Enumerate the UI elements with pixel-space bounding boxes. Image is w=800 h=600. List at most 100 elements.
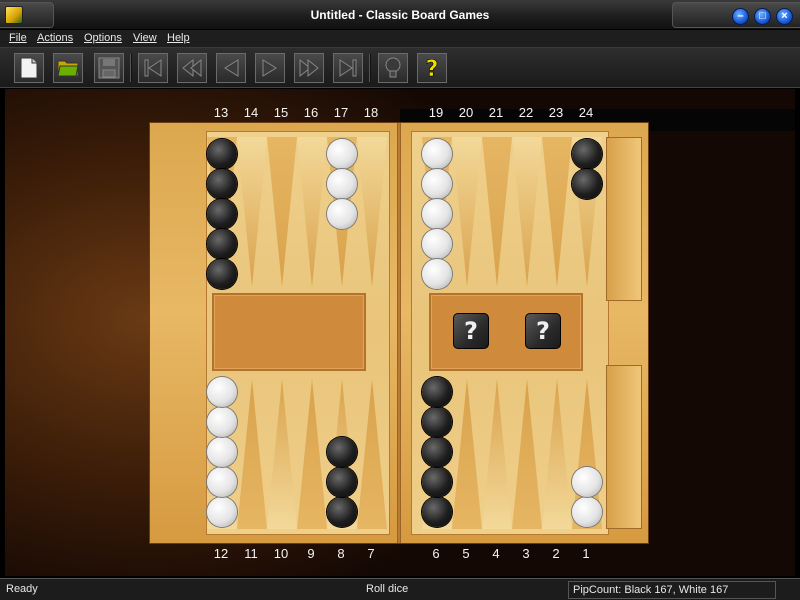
white-checker-point-17[interactable] — [327, 199, 357, 229]
menu-view[interactable]: View — [133, 32, 157, 44]
point-number-12: 12 — [213, 546, 229, 561]
white-checker-point-17[interactable] — [327, 169, 357, 199]
save-button[interactable] — [94, 53, 124, 83]
black-checker-point-6[interactable] — [422, 437, 452, 467]
fast-forward-icon — [299, 58, 319, 78]
toolbar-separator — [369, 54, 371, 82]
black-checker-point-6[interactable] — [422, 467, 452, 497]
point-number-15: 15 — [273, 105, 289, 120]
black-checker-point-8[interactable] — [327, 467, 357, 497]
maximize-button[interactable]: □ — [754, 8, 771, 25]
point-number-2: 2 — [552, 546, 560, 561]
forward-button[interactable] — [255, 53, 285, 83]
white-checker-point-12[interactable] — [207, 467, 237, 497]
title-bar[interactable]: Untitled - Classic Board Games – □ × — [0, 0, 800, 30]
status-center: Roll dice — [366, 583, 409, 595]
point-number-14: 14 — [243, 105, 259, 120]
save-icon — [98, 57, 120, 79]
backgammon-board[interactable]: ? ? — [149, 122, 649, 544]
point-number-5: 5 — [462, 546, 470, 561]
point-number-16: 16 — [303, 105, 319, 120]
point-number-13: 13 — [213, 105, 229, 120]
die-2[interactable]: ? — [525, 313, 561, 349]
close-button[interactable]: × — [776, 8, 793, 25]
point-number-8: 8 — [337, 546, 345, 561]
menu-options[interactable]: Options — [84, 32, 122, 44]
black-checker-point-6[interactable] — [422, 407, 452, 437]
help-button[interactable]: ? — [417, 53, 447, 83]
point-number-17: 17 — [333, 105, 349, 120]
point-number-11: 11 — [244, 546, 258, 561]
bear-off-tray-top[interactable] — [606, 137, 642, 301]
menu-bar: File Actions Options View Help — [0, 30, 800, 48]
white-checker-point-19[interactable] — [422, 199, 452, 229]
black-checker-point-6[interactable] — [422, 377, 452, 407]
white-checker-point-19[interactable] — [422, 169, 452, 199]
menu-actions[interactable]: Actions — [37, 32, 73, 44]
white-checker-point-19[interactable] — [422, 259, 452, 289]
open-button[interactable] — [53, 53, 83, 83]
point-number-10: 10 — [273, 546, 289, 561]
point-number-9: 9 — [307, 546, 315, 561]
point-number-6: 6 — [432, 546, 440, 561]
back-button[interactable] — [216, 53, 246, 83]
black-checker-point-13[interactable] — [207, 169, 237, 199]
open-folder-icon — [57, 60, 79, 77]
skip-to-end-icon — [339, 59, 357, 77]
status-pip-count: PipCount: Black 167, White 167 — [568, 581, 776, 599]
first-move-button[interactable] — [138, 53, 168, 83]
white-checker-point-19[interactable] — [422, 139, 452, 169]
skip-to-start-icon — [144, 59, 162, 77]
board-hinge — [397, 123, 401, 543]
black-checker-point-13[interactable] — [207, 139, 237, 169]
minimize-button[interactable]: – — [732, 8, 749, 25]
toolbar: ? — [0, 48, 800, 88]
point-number-20: 20 — [458, 105, 474, 120]
previous-move-button[interactable] — [177, 53, 207, 83]
hint-button[interactable] — [378, 53, 408, 83]
point-number-18: 18 — [363, 105, 379, 120]
left-dice-area — [212, 293, 366, 371]
point-number-4: 4 — [492, 546, 500, 561]
game-area: ? ? 13 14 15 16 17 18 19 20 21 22 23 24 12 11 10 9 8 7 6 5 4… — [5, 89, 795, 576]
point-number-1: 1 — [582, 546, 590, 561]
bear-off-tray-bottom[interactable] — [606, 365, 642, 529]
maximize-icon: □ — [759, 10, 766, 22]
window-title: Untitled - Classic Board Games — [310, 8, 490, 22]
white-checker-point-12[interactable] — [207, 377, 237, 407]
point-number-24: 24 — [578, 105, 594, 120]
white-checker-point-12[interactable] — [207, 497, 237, 527]
last-move-button[interactable] — [333, 53, 363, 83]
new-document-icon — [20, 57, 38, 79]
menu-help[interactable]: Help — [167, 32, 190, 44]
new-game-button[interactable] — [14, 53, 44, 83]
black-checker-point-6[interactable] — [422, 497, 452, 527]
svg-text:?: ? — [426, 57, 439, 80]
white-checker-point-1[interactable] — [572, 497, 602, 527]
play-forward-icon — [262, 59, 277, 77]
white-checker-point-17[interactable] — [327, 139, 357, 169]
black-checker-point-13[interactable] — [207, 199, 237, 229]
right-dice-area[interactable]: ? ? — [429, 293, 583, 371]
black-checker-point-8[interactable] — [327, 437, 357, 467]
point-number-7: 7 — [367, 546, 375, 561]
point-number-23: 23 — [548, 105, 564, 120]
question-icon: ? — [425, 57, 439, 80]
black-checker-point-13[interactable] — [207, 259, 237, 289]
black-checker-point-24[interactable] — [572, 169, 602, 199]
menu-file[interactable]: File — [9, 32, 27, 44]
black-checker-point-8[interactable] — [327, 497, 357, 527]
white-checker-point-19[interactable] — [422, 229, 452, 259]
die-1[interactable]: ? — [453, 313, 489, 349]
point-number-3: 3 — [522, 546, 530, 561]
lightbulb-icon — [385, 57, 401, 78]
next-move-button[interactable] — [294, 53, 324, 83]
black-checker-point-13[interactable] — [207, 229, 237, 259]
white-checker-point-1[interactable] — [572, 467, 602, 497]
black-checker-point-24[interactable] — [572, 139, 602, 169]
white-checker-point-12[interactable] — [207, 437, 237, 467]
point-number-19: 19 — [428, 105, 444, 120]
status-bar: Ready Roll dice PipCount: Black 167, Whi… — [0, 578, 800, 600]
white-checker-point-12[interactable] — [207, 407, 237, 437]
step-back-icon — [182, 58, 202, 78]
